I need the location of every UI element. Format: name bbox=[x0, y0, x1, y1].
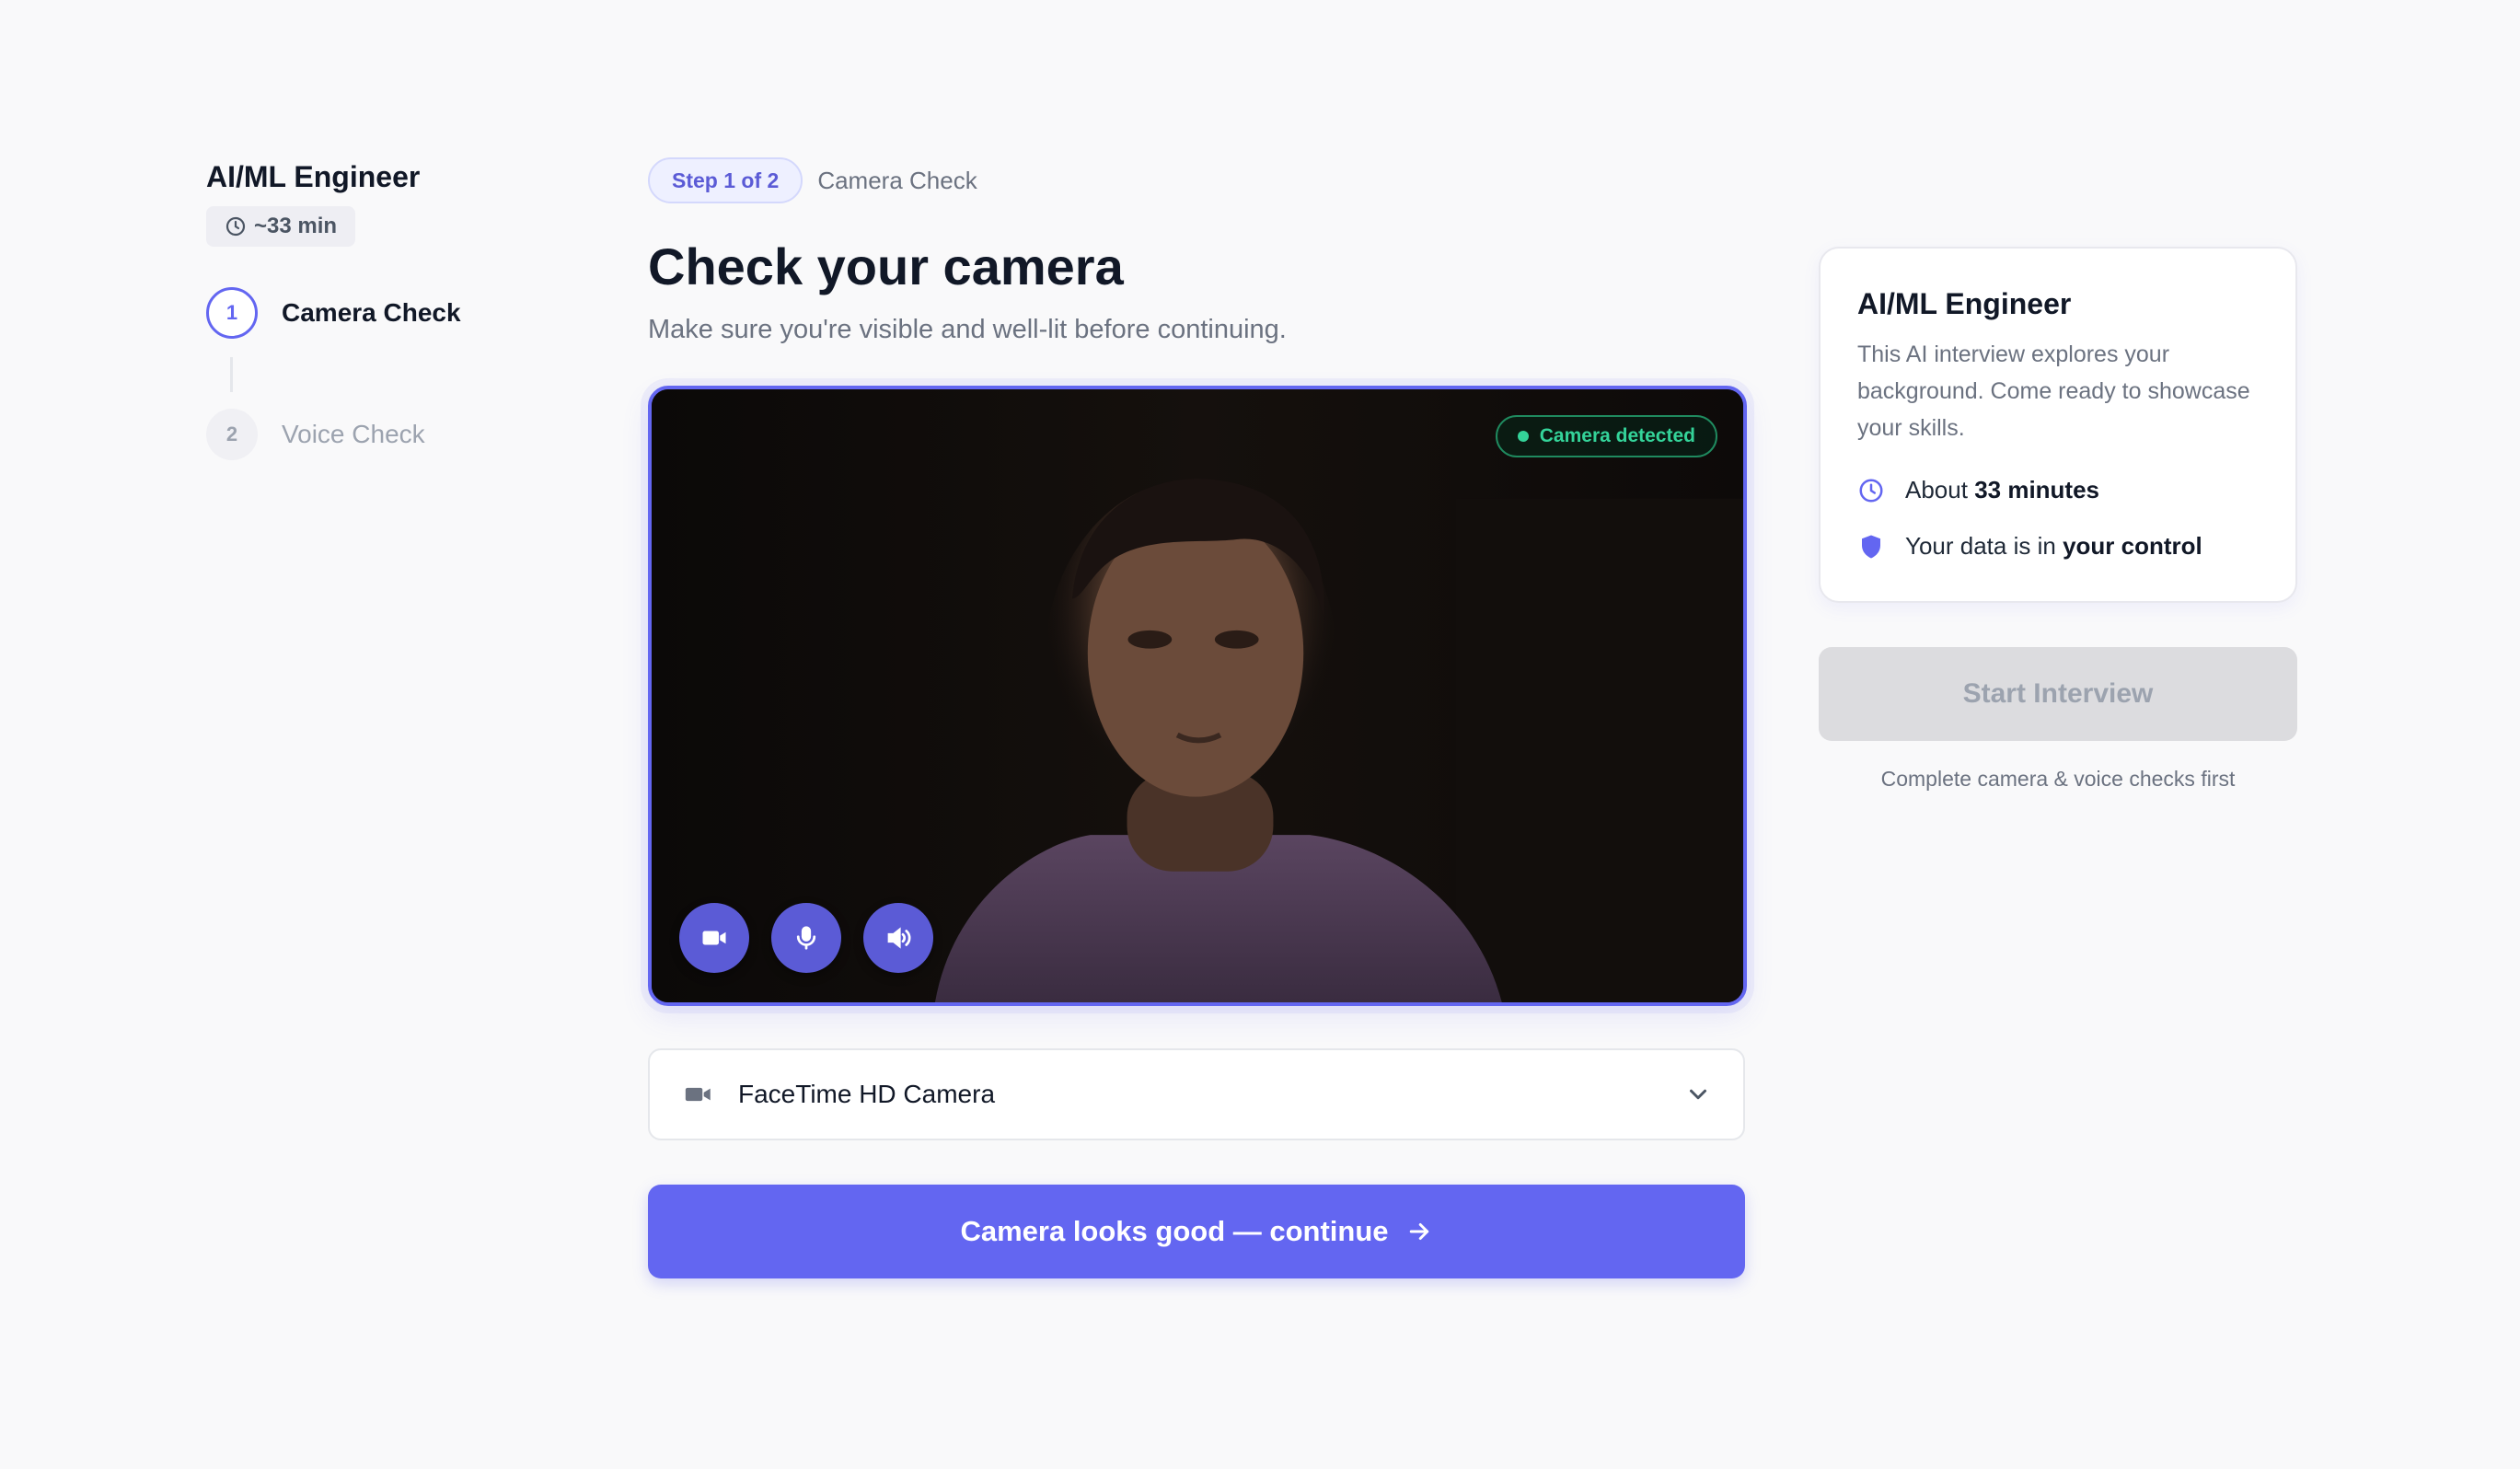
start-interview-button[interactable]: Start Interview bbox=[1819, 647, 2297, 741]
selected-device-label: FaceTime HD Camera bbox=[738, 1080, 996, 1108]
step-label: Voice Check bbox=[282, 420, 425, 448]
info-duration-value: 33 minutes bbox=[1974, 476, 2100, 503]
duration-label: ~33 min bbox=[254, 214, 338, 238]
job-title: AI/ML Engineer bbox=[206, 160, 421, 193]
video-camera-icon bbox=[702, 931, 726, 945]
camera-status-label: Camera detected bbox=[1539, 425, 1695, 446]
info-privacy-value: your control bbox=[2063, 532, 2202, 560]
step-name: Camera Check bbox=[817, 166, 977, 194]
info-privacy-text: Your data is in your control bbox=[1905, 532, 2202, 561]
step-item-voice-check[interactable]: 2 Voice Check bbox=[206, 409, 593, 460]
camera-preview: Camera detected bbox=[648, 386, 1747, 1006]
step-indicator: Step 1 of 2 Camera Check bbox=[648, 156, 1745, 204]
step-label: Camera Check bbox=[282, 298, 461, 327]
interview-info-card: AI/ML Engineer This AI interview explore… bbox=[1819, 247, 2297, 603]
clock-icon bbox=[1859, 479, 1883, 502]
info-card-description: This AI interview explores your backgrou… bbox=[1857, 341, 2250, 441]
status-dot bbox=[1517, 431, 1529, 442]
start-interview-label: Start Interview bbox=[1962, 678, 2154, 709]
camera-device-select[interactable]: FaceTime HD Camera bbox=[648, 1048, 1745, 1140]
video-camera-icon bbox=[685, 1087, 711, 1102]
duration-chip: ~33 min bbox=[206, 206, 356, 247]
interview-summary-panel: AI/ML Engineer This AI interview explore… bbox=[1819, 247, 2297, 792]
info-duration-row: About 33 minutes bbox=[1857, 476, 2259, 504]
step-item-camera-check[interactable]: 1 Camera Check bbox=[206, 287, 593, 339]
speaker-icon bbox=[887, 927, 911, 949]
arrow-right-icon bbox=[1409, 1223, 1428, 1240]
start-interview-hint: Complete camera & voice checks first bbox=[1880, 767, 2236, 791]
camera-status-badge: Camera detected bbox=[1495, 415, 1717, 457]
toggle-speaker-button[interactable] bbox=[863, 903, 933, 973]
clock-icon bbox=[225, 216, 246, 237]
continue-label: Camera looks good — continue bbox=[960, 1215, 1389, 1247]
info-duration-text: About 33 minutes bbox=[1905, 476, 2099, 504]
step-number: 2 bbox=[206, 409, 258, 460]
info-card-title: AI/ML Engineer bbox=[1857, 287, 2072, 320]
microphone-icon bbox=[796, 926, 816, 950]
continue-button[interactable]: Camera looks good — continue bbox=[648, 1185, 1745, 1278]
shield-icon bbox=[1862, 535, 1880, 558]
interview-setup-page: AI/ML Engineer ~33 min 1 Camera Check 2 … bbox=[0, 0, 2520, 1469]
page-title: Check your camera bbox=[648, 237, 1124, 295]
toggle-camera-button[interactable] bbox=[679, 903, 749, 973]
sidebar: AI/ML Engineer ~33 min 1 Camera Check 2 … bbox=[206, 156, 593, 460]
info-duration-prefix: About bbox=[1905, 476, 1968, 503]
page-subtitle: Make sure you're visible and well-lit be… bbox=[648, 315, 1287, 344]
step-number: 1 bbox=[206, 287, 258, 339]
chevron-down-icon bbox=[1690, 1089, 1706, 1100]
step-badge: Step 1 of 2 bbox=[648, 157, 803, 203]
main-content: Step 1 of 2 Camera Check Check your came… bbox=[648, 156, 1747, 1278]
info-privacy-prefix: Your data is in bbox=[1905, 532, 2056, 560]
media-controls bbox=[679, 903, 933, 973]
step-list: 1 Camera Check 2 Voice Check bbox=[206, 287, 593, 460]
info-privacy-row: Your data is in your control bbox=[1857, 532, 2259, 561]
step-connector bbox=[230, 357, 233, 392]
toggle-microphone-button[interactable] bbox=[771, 903, 841, 973]
